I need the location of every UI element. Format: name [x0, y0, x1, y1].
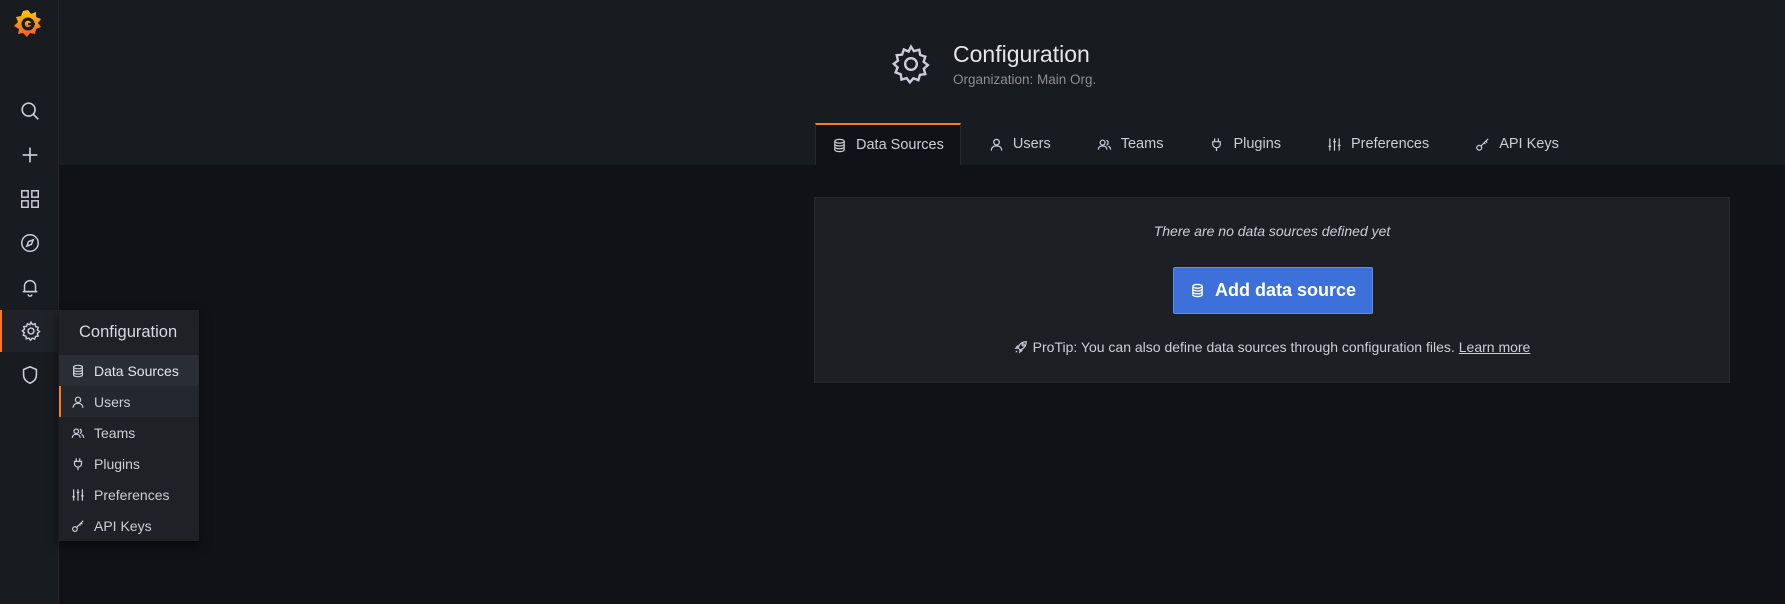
- shield-icon[interactable]: [0, 354, 59, 396]
- flyout-item-api-keys[interactable]: API Keys: [59, 510, 199, 541]
- tab-users[interactable]: Users: [971, 123, 1069, 165]
- empty-list-panel: There are no data sources defined yet Ad…: [814, 197, 1730, 383]
- bell-icon[interactable]: [0, 266, 59, 308]
- sliders-icon: [1328, 137, 1341, 151]
- flyout-item-label: Data Sources: [94, 362, 179, 379]
- flyout-item-label: Plugins: [94, 455, 140, 472]
- tab-bar: Data Sources Users Teams Plugins Prefere…: [815, 123, 1587, 165]
- flyout-item-label: API Keys: [94, 517, 152, 534]
- flyout-item-plugins[interactable]: Plugins: [59, 448, 199, 479]
- flyout-item-label: Teams: [94, 424, 136, 441]
- database-icon: [73, 364, 83, 377]
- flyout-header[interactable]: Configuration: [59, 310, 199, 355]
- tab-data-sources[interactable]: Data Sources: [815, 123, 961, 165]
- dashboards-icon[interactable]: [0, 178, 59, 220]
- flyout-item-teams[interactable]: Teams: [59, 417, 199, 448]
- empty-message: There are no data sources defined yet: [1153, 223, 1391, 239]
- tab-plugins[interactable]: Plugins: [1191, 123, 1299, 165]
- page-title: Configuration: [953, 41, 1090, 67]
- flyout-item-label: Users: [94, 393, 131, 410]
- user-icon: [990, 138, 1003, 151]
- tab-api-keys[interactable]: API Keys: [1457, 123, 1577, 165]
- learn-more-link[interactable]: Learn more: [1459, 339, 1531, 355]
- side-menu: [0, 0, 59, 604]
- tab-label: Preferences: [1351, 136, 1430, 152]
- gear-icon[interactable]: [0, 310, 59, 352]
- page-subtitle: Organization: Main Org.: [953, 72, 1097, 87]
- tab-label: Teams: [1120, 136, 1164, 152]
- users-icon: [71, 427, 85, 438]
- tab-label: API Keys: [1499, 136, 1559, 152]
- gear-icon: [889, 42, 933, 86]
- sliders-icon: [72, 488, 84, 501]
- rocket-icon: [1013, 341, 1027, 354]
- plug-icon: [73, 457, 83, 470]
- flyout-item-data-sources[interactable]: Data Sources: [59, 355, 199, 386]
- configuration-flyout: Configuration Data Sources Users Teams P…: [59, 310, 199, 541]
- database-icon: [1192, 283, 1203, 298]
- key-icon: [1476, 137, 1489, 151]
- database-icon: [834, 138, 845, 152]
- add-data-source-label: Add data source: [1214, 280, 1357, 300]
- grafana-logo-icon[interactable]: [10, 6, 46, 42]
- users-icon: [1097, 139, 1111, 150]
- plus-icon[interactable]: [0, 134, 59, 176]
- tab-label: Data Sources: [856, 137, 944, 153]
- protip: ProTip: You can also define data sources…: [815, 339, 1729, 355]
- plug-icon: [1212, 137, 1222, 151]
- tab-preferences[interactable]: Preferences: [1309, 123, 1447, 165]
- flyout-item-preferences[interactable]: Preferences: [59, 479, 199, 510]
- explore-icon[interactable]: [0, 222, 59, 264]
- tab-teams[interactable]: Teams: [1079, 123, 1182, 165]
- key-icon: [72, 519, 84, 532]
- search-icon[interactable]: [0, 90, 59, 132]
- add-data-source-button[interactable]: Add data source: [1173, 267, 1373, 314]
- tab-label: Users: [1012, 136, 1051, 152]
- flyout-item-users[interactable]: Users: [59, 386, 199, 417]
- protip-text: ProTip: You can also define data sources…: [1032, 339, 1455, 355]
- flyout-item-label: Preferences: [94, 486, 170, 503]
- user-icon: [72, 396, 84, 408]
- tab-label: Plugins: [1233, 136, 1282, 152]
